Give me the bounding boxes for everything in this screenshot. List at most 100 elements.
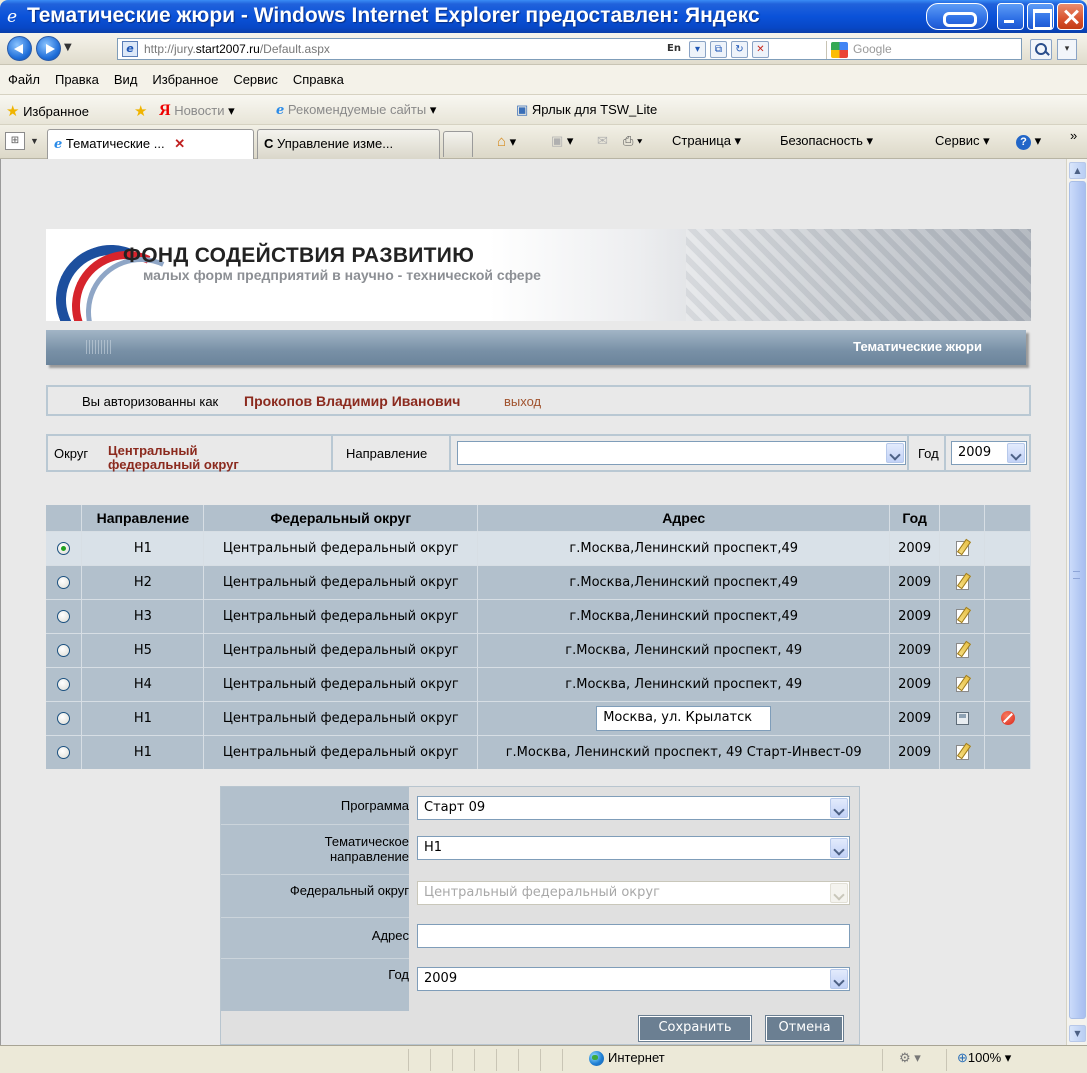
security-menu[interactable]: Безопасность ▾ [780, 133, 873, 149]
okrug-value: Центральный федеральный округ [108, 443, 239, 472]
tab-management[interactable]: C Управление изме... [257, 129, 440, 159]
add-favorite-icon[interactable]: ★ [134, 102, 147, 120]
close-button[interactable] [1057, 3, 1084, 30]
theme-select[interactable]: Н1 [417, 836, 850, 860]
mail-icon[interactable]: ✉ [597, 133, 608, 149]
row-radio[interactable] [57, 711, 71, 725]
scroll-down-icon[interactable]: ▼ [1069, 1025, 1086, 1042]
minimize-button[interactable] [997, 3, 1024, 30]
print-icon[interactable]: ⎙ ▾ [623, 133, 642, 149]
stop-icon[interactable]: ✕ [752, 41, 769, 58]
program-select[interactable]: Старт 09 [417, 796, 850, 820]
table-row-editing: Н1 Центральный федеральный округ Москва,… [46, 700, 1031, 735]
row-radio[interactable] [57, 745, 71, 759]
row-radio[interactable] [57, 643, 71, 657]
tab-list-icon[interactable]: ▼ [30, 136, 39, 146]
favorites-button[interactable]: ★ Избранное [6, 102, 89, 120]
table-row: Н3 Центральный федеральный округ г.Москв… [46, 598, 1031, 633]
tsw-shortcut-link[interactable]: ▣ Ярлык для TSW_Lite [516, 102, 657, 118]
banner-title: ФОНД СОДЕЙСТВИЯ РАЗВИТИЮ [123, 244, 475, 267]
tab-thematic-jury[interactable]: e Тематические ... ✕ [47, 129, 254, 159]
col-year: Год [889, 505, 941, 531]
chevron-down-icon[interactable] [1007, 443, 1025, 463]
save-icon[interactable] [955, 711, 969, 725]
page-menu[interactable]: Страница ▾ [672, 133, 741, 149]
menu-view[interactable]: Вид [114, 72, 138, 87]
tools-menu[interactable]: Сервис ▾ [935, 133, 990, 149]
feeds-icon[interactable]: ▣ ▾ [551, 133, 573, 149]
edit-icon[interactable] [955, 744, 969, 760]
news-link[interactable]: Я Новости ▾ [159, 102, 235, 120]
program-label: Программа [340, 798, 409, 813]
col-okrug: Федеральный округ [203, 505, 479, 531]
maximize-button[interactable] [1027, 3, 1054, 30]
logout-link[interactable]: выход [504, 394, 541, 409]
refresh-icon[interactable]: ↻ [731, 41, 748, 58]
language-icon[interactable]: En [663, 41, 685, 58]
edit-icon[interactable] [955, 608, 969, 624]
year-select[interactable]: 2009 [951, 441, 1027, 465]
cancel-button[interactable]: Отмена [765, 1015, 844, 1042]
cancel-icon[interactable] [1000, 711, 1015, 725]
forward-button[interactable] [36, 36, 61, 61]
row-radio[interactable] [57, 541, 71, 555]
help-icon[interactable]: ? ▾ [1016, 133, 1041, 150]
protected-mode-icon[interactable]: ⚙ ▾ [882, 1049, 944, 1071]
form-year-select[interactable]: 2009 [417, 967, 850, 991]
chevron-down-icon[interactable] [886, 443, 904, 463]
edit-icon[interactable] [955, 540, 969, 556]
menu-favorites[interactable]: Избранное [152, 72, 218, 87]
menu-help[interactable]: Справка [293, 72, 344, 87]
edit-icon[interactable] [955, 676, 969, 692]
toggle-icon[interactable] [926, 3, 988, 30]
theme-label: Тематическое направление [324, 834, 409, 864]
history-dropdown-icon[interactable]: ▼ [64, 42, 72, 53]
form-year-row: Год 2009 [221, 959, 861, 1011]
site-banner: ФОНД СОДЕЙСТВИЯ РАЗВИТИЮ малых форм пред… [46, 229, 1031, 321]
row-radio[interactable] [57, 609, 71, 623]
dropdown-icon[interactable]: ▾ [689, 41, 706, 58]
url-text[interactable]: http://jury.start2007.ru/Default.aspx [144, 42, 330, 56]
table-row: Н4 Центральный федеральный округ г.Москв… [46, 666, 1031, 701]
recommended-sites-link[interactable]: e Рекомендуемые сайты ▾ [276, 102, 436, 118]
table-row: Н5 Центральный федеральный округ г.Москв… [46, 632, 1031, 667]
quick-tabs-icon[interactable]: ⊞ [5, 132, 25, 150]
vertical-scrollbar[interactable]: ▲ ▼ [1066, 159, 1087, 1045]
jury-table: Направление Федеральный округ Адрес Год … [46, 505, 1031, 769]
edit-icon[interactable] [955, 574, 969, 590]
row-radio[interactable] [57, 677, 71, 691]
menu-bar: Файл Правка Вид Избранное Сервис Справка [0, 65, 1087, 95]
search-icon[interactable] [1030, 39, 1052, 60]
tab-close-icon[interactable]: ✕ [174, 136, 185, 151]
address-edit-input[interactable]: Москва, ул. Крылатск [596, 705, 772, 731]
back-button[interactable] [7, 36, 32, 61]
compatibility-icon[interactable]: ⧉ [710, 41, 727, 58]
form-okrug-label: Федеральный округ [289, 883, 409, 898]
scroll-thumb[interactable] [1069, 181, 1086, 1019]
zoom-control[interactable]: ⊕100% ▾ [946, 1049, 1046, 1071]
star-icon: ★ [6, 103, 20, 120]
menu-file[interactable]: Файл [8, 72, 40, 87]
chevron-down-icon[interactable] [830, 798, 848, 818]
save-button[interactable]: Сохранить [638, 1015, 752, 1042]
chevron-down-icon[interactable] [830, 838, 848, 858]
menu-edit[interactable]: Правка [55, 72, 99, 87]
okrug-label: Округ [54, 446, 89, 461]
section-header: Тематические жюри [46, 330, 1026, 365]
scroll-up-icon[interactable]: ▲ [1069, 162, 1086, 179]
url-field[interactable]: e http://jury.start2007.ru/Default.aspx … [117, 38, 1022, 60]
home-icon[interactable]: ⌂ ▾ [497, 133, 516, 150]
user-name: Прокопов Владимир Иванович [244, 393, 461, 409]
tab-bar: ⊞ ▼ e Тематические ... ✕ C Управление из… [0, 125, 1087, 159]
row-radio[interactable] [57, 575, 71, 589]
new-tab-button[interactable] [443, 131, 473, 157]
chevron-down-icon [830, 883, 848, 903]
more-commands-icon[interactable]: » [1070, 128, 1077, 143]
edit-icon[interactable] [955, 642, 969, 658]
menu-tools[interactable]: Сервис [233, 72, 278, 87]
direction-select[interactable] [457, 441, 906, 465]
search-options-icon[interactable]: ▾ [1057, 39, 1077, 60]
address-input[interactable] [417, 924, 850, 948]
direction-label: Направление [346, 446, 428, 461]
chevron-down-icon[interactable] [830, 969, 848, 989]
